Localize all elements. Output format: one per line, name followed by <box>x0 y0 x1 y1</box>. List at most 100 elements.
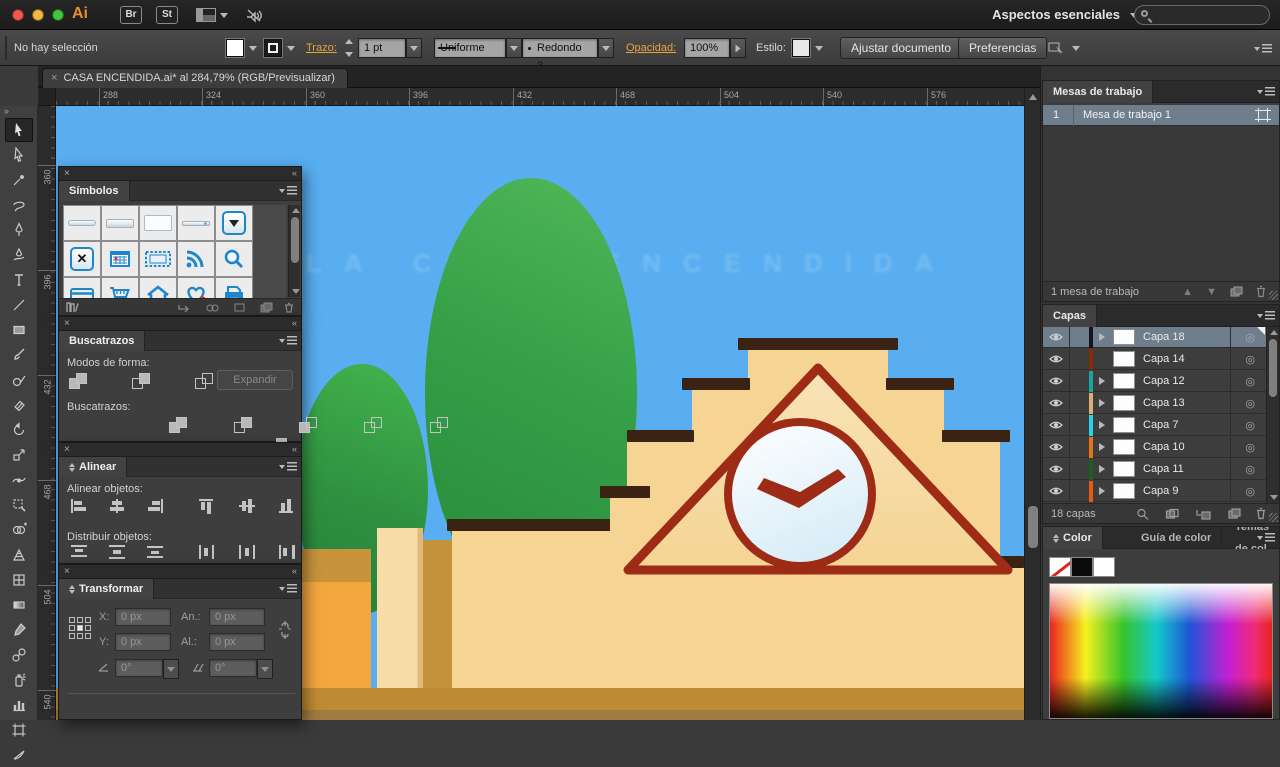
visibility-eye-icon[interactable] <box>1049 463 1063 475</box>
search-input[interactable] <box>1134 5 1270 25</box>
arrange-documents-icon[interactable] <box>196 8 216 22</box>
tab-buscatrazos[interactable]: Buscatrazos <box>59 331 145 351</box>
scroll-down-icon[interactable] <box>292 289 300 294</box>
tool-line-segment[interactable] <box>5 293 33 317</box>
tab-alinear[interactable]: Alinear <box>59 457 127 477</box>
layer-thumbnail[interactable] <box>1113 483 1135 499</box>
tool-curvature[interactable] <box>5 243 33 267</box>
scrollbar-thumb[interactable] <box>1269 339 1277 397</box>
symbol-item-slider[interactable] <box>177 205 215 241</box>
tool-paintbrush[interactable] <box>5 343 33 367</box>
x-field[interactable]: 0 px <box>115 608 171 626</box>
fill-color-swatch[interactable] <box>226 39 244 57</box>
panel-menu-icon[interactable] <box>279 186 297 196</box>
panel-cycle-icon[interactable] <box>1053 534 1059 543</box>
rotate-field[interactable]: 0° <box>115 659 163 677</box>
layer-name[interactable]: Capa 12 <box>1143 375 1185 387</box>
symbol-item-bar1[interactable] <box>63 205 101 241</box>
fill-dropdown-icon[interactable] <box>249 46 257 51</box>
tool-perspective-grid[interactable] <box>5 543 33 567</box>
pathfinder-outline-button[interactable] <box>430 417 452 435</box>
delete-symbol-icon[interactable] <box>283 302 295 313</box>
scrollbar-thumb[interactable] <box>1028 506 1038 548</box>
close-document-icon[interactable]: × <box>51 72 57 84</box>
break-link-icon[interactable] <box>205 302 219 313</box>
layer-row[interactable]: Capa 10 ◎ <box>1043 437 1279 458</box>
expand-button[interactable]: Expandir <box>217 370 293 390</box>
scrollbar-thumb[interactable] <box>291 217 299 263</box>
panel-menu-icon[interactable] <box>1257 533 1275 543</box>
style-swatch[interactable] <box>792 39 810 57</box>
artboard-symbol-icon[interactable] <box>1255 108 1271 122</box>
tool-mesh[interactable] <box>5 568 33 592</box>
black-swatch[interactable] <box>1071 557 1093 577</box>
new-layer-icon[interactable] <box>1227 508 1241 520</box>
align-right-button[interactable] <box>145 497 165 518</box>
move-artboard-down-icon[interactable]: ▼ <box>1206 286 1217 298</box>
panel-menu-icon[interactable] <box>1257 87 1275 97</box>
shear-dropdown[interactable] <box>257 659 273 679</box>
none-swatch[interactable] <box>1049 557 1071 577</box>
layer-row[interactable]: Capa 9 ◎ <box>1043 481 1279 502</box>
stroke-weight-stepper[interactable] <box>345 39 354 57</box>
tool-magic-wand[interactable] <box>5 168 33 192</box>
align-center-v-button[interactable] <box>237 497 257 518</box>
tool-gradient[interactable] <box>5 593 33 617</box>
scroll-down-icon[interactable] <box>1270 495 1278 500</box>
layer-name[interactable]: Capa 14 <box>1143 353 1185 365</box>
tool-rotate[interactable] <box>5 418 33 442</box>
panel-cycle-icon[interactable] <box>69 585 75 594</box>
shape-mode-minus-front-button[interactable] <box>132 373 154 391</box>
layer-target-icon[interactable]: ◎ <box>1245 397 1255 410</box>
tool-selection[interactable] <box>5 118 33 142</box>
ruler-origin-corner[interactable] <box>38 88 56 106</box>
tab-color[interactable]: Color <box>1043 527 1103 549</box>
opacity-field[interactable]: 100% <box>684 38 730 58</box>
symbol-item-film-frame[interactable] <box>139 241 177 277</box>
symbol-options-icon[interactable] <box>233 302 247 313</box>
panel-resize-grip[interactable] <box>1269 291 1278 300</box>
canvas-vertical-scrollbar[interactable] <box>1024 88 1040 720</box>
expand-layer-icon[interactable] <box>1099 487 1105 495</box>
scroll-up-icon[interactable] <box>292 208 300 213</box>
brush-dropdown[interactable] <box>598 38 614 58</box>
tool-slice[interactable] <box>5 743 33 767</box>
new-symbol-icon[interactable] <box>259 302 273 313</box>
symbol-item-heart[interactable] <box>177 277 215 299</box>
document-tab[interactable]: ×CASA ENCENDIDA.ai* al 284,79% (RGB/Prev… <box>42 68 348 88</box>
distribute-center-v-button[interactable] <box>107 543 127 564</box>
tool-shape-builder[interactable] <box>5 518 33 542</box>
expand-layer-icon[interactable] <box>1099 443 1105 451</box>
panel-menu-icon[interactable] <box>1257 311 1275 321</box>
tool-scale[interactable] <box>5 443 33 467</box>
style-dropdown-icon[interactable] <box>815 46 823 51</box>
layer-name[interactable]: Capa 11 <box>1143 463 1184 475</box>
tool-free-transform[interactable] <box>5 493 33 517</box>
collapse-panel-icon[interactable]: « <box>292 318 296 328</box>
layer-thumbnail[interactable] <box>1113 395 1135 411</box>
place-symbol-icon[interactable] <box>177 302 191 313</box>
expand-layer-icon[interactable] <box>1099 421 1105 429</box>
tool-column-graph[interactable] <box>5 693 33 717</box>
panel-cycle-icon[interactable] <box>69 463 75 472</box>
layer-thumbnail[interactable] <box>1113 439 1135 455</box>
shape-mode-unite-button[interactable] <box>69 373 91 391</box>
tab-guia-de-color[interactable]: Guía de color <box>1131 527 1222 549</box>
stroke-weight-label[interactable]: Trazo: <box>306 42 337 54</box>
artboard-row[interactable]: 1 Mesa de trabajo 1 <box>1043 105 1279 126</box>
tool-artboard[interactable] <box>5 718 33 742</box>
tool-pen[interactable] <box>5 218 33 242</box>
tool-shaper[interactable] <box>5 368 33 392</box>
pathfinder-divide-button[interactable] <box>169 417 191 435</box>
distribute-center-h-button[interactable] <box>237 543 257 564</box>
layer-target-icon[interactable]: ◎ <box>1245 485 1255 498</box>
tool-eraser[interactable] <box>5 393 33 417</box>
distribute-right-button[interactable] <box>277 543 297 564</box>
symbol-item-dropdown-button[interactable] <box>215 205 253 241</box>
symbol-item-calendar[interactable] <box>101 241 139 277</box>
layer-thumbnail[interactable] <box>1113 417 1135 433</box>
panel-menu-icon[interactable] <box>279 584 297 594</box>
distribute-top-button[interactable] <box>69 543 89 564</box>
tool-direct-selection[interactable] <box>5 143 33 167</box>
symbol-libraries-icon[interactable] <box>65 301 81 314</box>
